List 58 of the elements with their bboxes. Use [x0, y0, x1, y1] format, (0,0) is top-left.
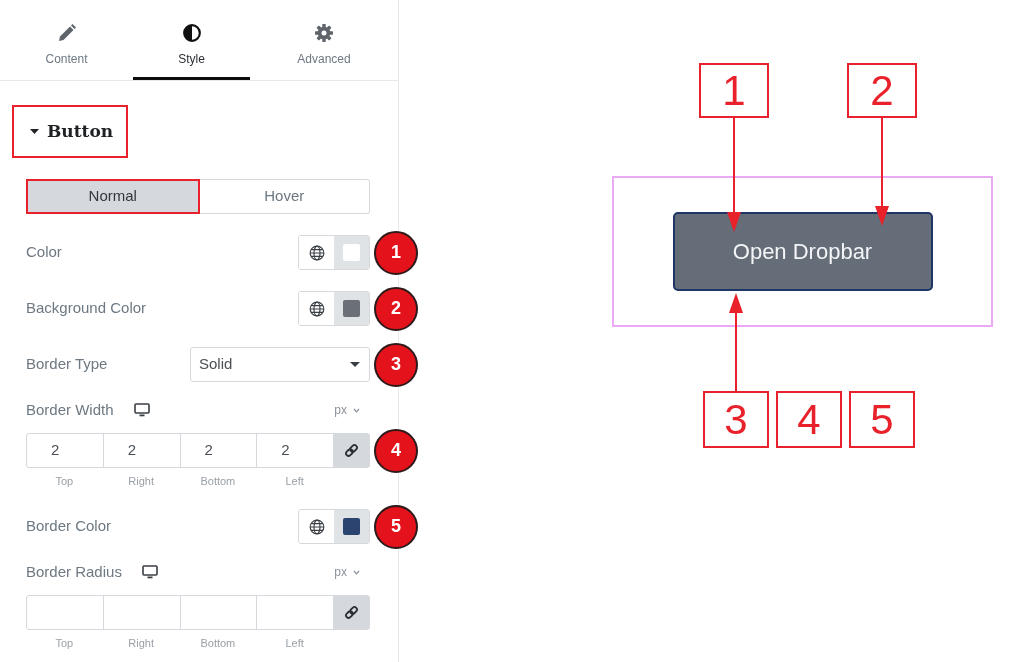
- step-number-badge: 3: [374, 342, 418, 387]
- side-label: Right: [127, 636, 155, 650]
- step-number-badge: 4: [374, 428, 418, 473]
- step-number-badge: 1: [374, 230, 418, 275]
- globe-icon: [308, 244, 325, 261]
- preview-button[interactable]: Open Dropbar: [672, 212, 933, 291]
- dimension-input[interactable]: 2: [26, 433, 104, 468]
- side-label: Bottom: [199, 474, 237, 488]
- dimension-input[interactable]: 2: [179, 433, 258, 468]
- border-type-select[interactable]: Solid: [190, 347, 370, 382]
- half-circle-icon: [182, 24, 201, 42]
- dimension-input[interactable]: [102, 595, 181, 630]
- monitor-icon: [141, 565, 158, 579]
- caret-icon: [350, 362, 360, 367]
- step-number-badge: 2: [374, 286, 418, 331]
- link-icon: [344, 605, 359, 620]
- control-label: Background Color: [26, 298, 147, 319]
- side-label: Left: [284, 636, 305, 650]
- control-label: Border Color: [26, 516, 112, 537]
- chevron-down-icon: [353, 407, 360, 413]
- dimension-input[interactable]: [179, 595, 258, 630]
- dimension-input[interactable]: 2: [256, 433, 334, 468]
- side-label: Top: [54, 474, 75, 488]
- gear-icon: [315, 24, 333, 42]
- control-label: Border Radius: [26, 561, 122, 582]
- control-label: Color: [26, 242, 62, 263]
- pencil-icon: [57, 24, 76, 42]
- step-number-badge: 5: [374, 504, 418, 549]
- panel-tab[interactable]: Advanced: [250, 0, 398, 80]
- chevron-down-icon: [353, 569, 360, 575]
- control-label: Border Type: [26, 354, 108, 375]
- callout-number: 3: [703, 391, 769, 448]
- panel-tab[interactable]: Style: [133, 0, 250, 80]
- color-picker-button[interactable]: [334, 292, 369, 325]
- globe-icon: [308, 518, 325, 535]
- side-label: Bottom: [199, 636, 237, 650]
- control-label: Border Width: [26, 399, 114, 420]
- monitor-icon: [133, 403, 150, 417]
- callout-number: 5: [849, 391, 915, 448]
- link-icon: [344, 443, 359, 458]
- callout-number: 1: [699, 63, 769, 118]
- color-picker-button[interactable]: [334, 236, 369, 269]
- section-toggle[interactable]: Button: [12, 105, 128, 158]
- state-tab[interactable]: Normal: [26, 179, 200, 214]
- side-label: Top: [54, 636, 75, 650]
- link-values-button[interactable]: [333, 595, 370, 630]
- dimension-input[interactable]: [26, 595, 104, 630]
- callout-number: 4: [776, 391, 842, 448]
- dimension-input[interactable]: 2: [102, 433, 181, 468]
- link-values-button[interactable]: [333, 433, 370, 468]
- dimension-input[interactable]: [256, 595, 334, 630]
- color-picker-button[interactable]: [334, 510, 369, 543]
- side-label: Left: [284, 474, 305, 488]
- state-tab[interactable]: Hover: [199, 179, 370, 214]
- callout-number: 2: [847, 63, 917, 118]
- panel-tab[interactable]: Content: [0, 0, 133, 80]
- globe-icon: [308, 300, 325, 317]
- side-label: Right: [127, 474, 155, 488]
